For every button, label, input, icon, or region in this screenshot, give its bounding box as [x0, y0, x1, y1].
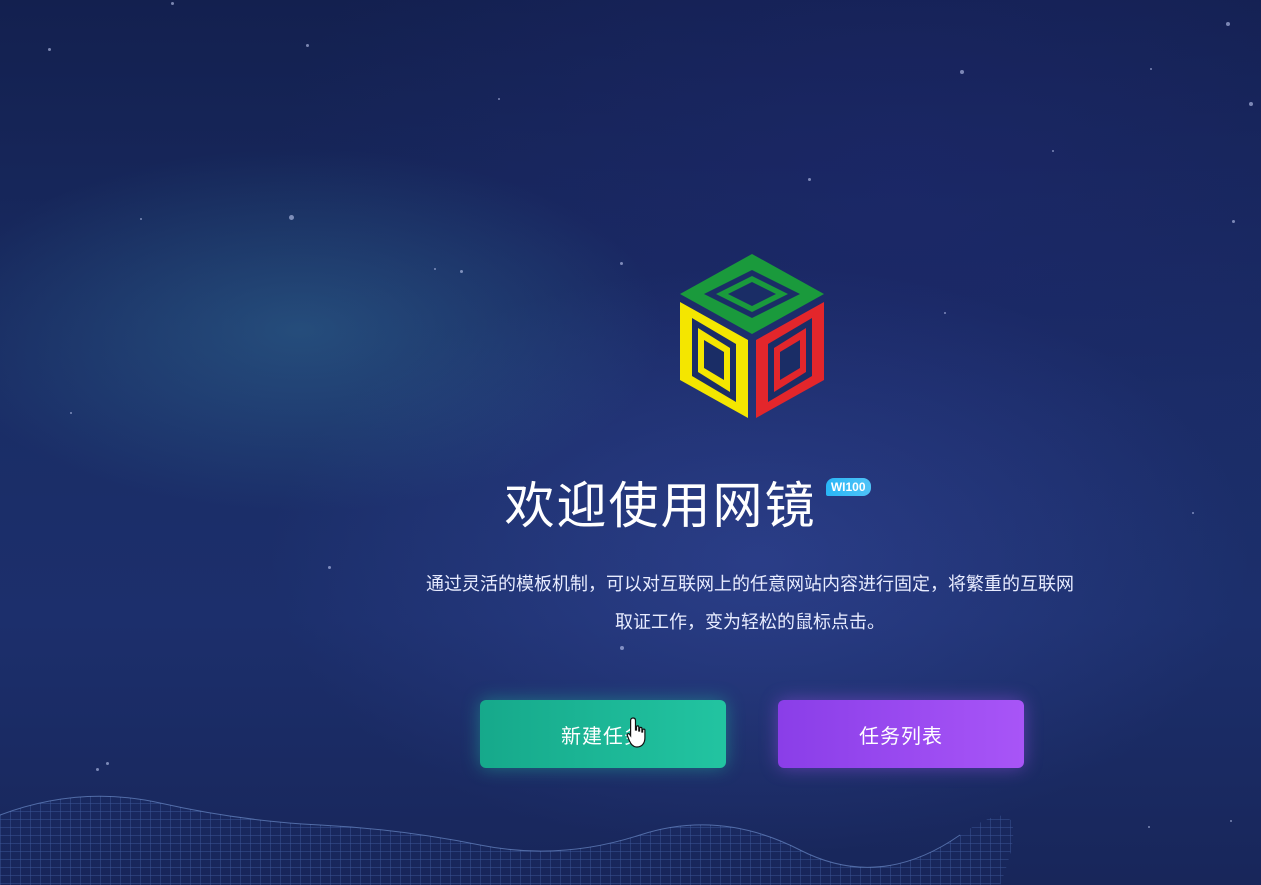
star: [944, 312, 946, 314]
star: [1226, 22, 1230, 26]
star: [306, 44, 309, 47]
title-section: 欢迎使用网镜 WI100: [0, 466, 1261, 538]
task-list-button-label: 任务列表: [859, 723, 943, 748]
star: [808, 178, 811, 181]
star: [434, 268, 436, 270]
hand-pointer-icon: [626, 717, 646, 748]
description-line-1: 通过灵活的模板机制，可以对互联网上的任意网站内容进行固定，将繁重的互联网: [426, 574, 1074, 595]
page-title-text: 欢迎使用网镜: [504, 477, 817, 535]
description-line-2: 取证工作，变为轻松的鼠标点击。: [615, 612, 885, 633]
star: [1052, 150, 1054, 152]
star: [1232, 220, 1235, 223]
new-task-button[interactable]: 新建任务: [480, 700, 726, 768]
page-title: 欢迎使用网镜 WI100: [504, 466, 871, 538]
cube-logo-icon: [680, 254, 824, 418]
star: [328, 566, 331, 569]
star: [48, 48, 51, 51]
star: [289, 215, 294, 220]
star: [140, 218, 142, 220]
star: [960, 70, 964, 74]
description: 通过灵活的模板机制，可以对互联网上的任意网站内容进行固定，将繁重的互联网 取证工…: [370, 566, 1130, 642]
star: [70, 412, 72, 414]
star: [620, 262, 623, 265]
star: [460, 270, 463, 273]
wireframe-terrain: [0, 795, 1014, 885]
star: [498, 98, 500, 100]
star: [171, 2, 174, 5]
task-list-button[interactable]: 任务列表: [778, 700, 1024, 768]
version-badge: WI100: [825, 478, 871, 496]
star: [1249, 102, 1253, 106]
star: [620, 646, 624, 650]
star: [1150, 68, 1152, 70]
